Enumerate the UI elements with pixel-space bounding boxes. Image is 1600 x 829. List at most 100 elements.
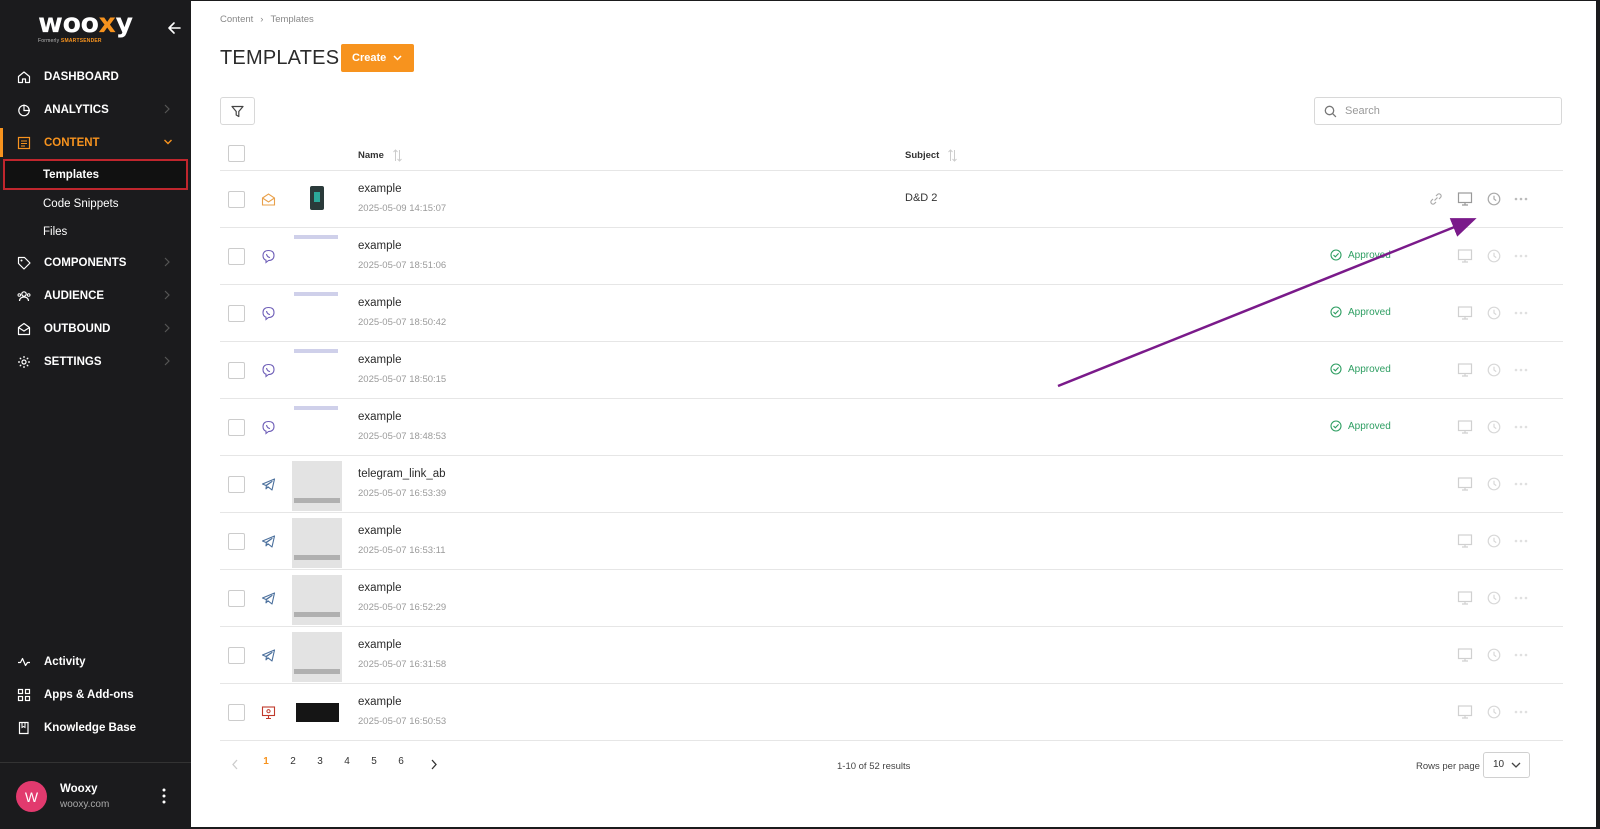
preview-icon[interactable]	[1457, 419, 1473, 435]
nav-analytics[interactable]: ANALYTICS	[0, 93, 191, 126]
template-thumbnail[interactable]	[292, 632, 342, 682]
template-name[interactable]: example	[358, 240, 401, 252]
nav-dashboard[interactable]: DASHBOARD	[0, 60, 191, 93]
preview-icon[interactable]	[1457, 476, 1473, 492]
row-checkbox[interactable]	[228, 476, 245, 493]
template-thumbnail[interactable]	[292, 461, 342, 511]
link-icon[interactable]	[1428, 191, 1444, 207]
table-row[interactable]: example 2025-05-07 18:50:15 Approved	[220, 342, 1563, 399]
history-icon[interactable]	[1486, 248, 1502, 264]
page-2[interactable]: 2	[286, 756, 300, 767]
template-thumbnail[interactable]	[292, 290, 342, 340]
template-thumbnail[interactable]	[292, 518, 342, 568]
row-checkbox[interactable]	[228, 533, 245, 550]
more-icon[interactable]	[1513, 590, 1529, 606]
table-row[interactable]: example 2025-05-09 14:15:07 D&D 2	[220, 171, 1563, 228]
more-icon[interactable]	[1513, 305, 1529, 321]
table-row[interactable]: example 2025-05-07 18:48:53 Approved	[220, 399, 1563, 456]
preview-icon[interactable]	[1457, 533, 1473, 549]
kebab-menu-icon[interactable]	[160, 787, 168, 805]
row-checkbox[interactable]	[228, 305, 245, 322]
preview-icon[interactable]	[1457, 191, 1473, 207]
template-name[interactable]: telegram_link_ab	[358, 468, 446, 480]
row-checkbox[interactable]	[228, 647, 245, 664]
nav-audience[interactable]: AUDIENCE	[0, 279, 191, 312]
template-thumbnail[interactable]	[292, 689, 342, 739]
row-checkbox[interactable]	[228, 248, 245, 265]
history-icon[interactable]	[1486, 704, 1502, 720]
brand-logo[interactable]: wooxy Formerly SMARTSENDER	[38, 10, 158, 46]
column-subject[interactable]: Subject	[905, 149, 957, 162]
more-icon[interactable]	[1513, 248, 1529, 264]
column-name[interactable]: Name	[358, 149, 402, 162]
more-icon[interactable]	[1513, 476, 1529, 492]
template-name[interactable]: example	[358, 696, 401, 708]
breadcrumb-templates[interactable]: Templates	[270, 14, 313, 25]
history-icon[interactable]	[1486, 305, 1502, 321]
page-1[interactable]: 1	[259, 756, 273, 767]
preview-icon[interactable]	[1457, 647, 1473, 663]
more-icon[interactable]	[1513, 533, 1529, 549]
nav-components[interactable]: COMPONENTS	[0, 246, 191, 279]
row-checkbox[interactable]	[228, 590, 245, 607]
page-3[interactable]: 3	[313, 756, 327, 767]
template-name[interactable]: example	[358, 411, 401, 423]
template-thumbnail[interactable]	[292, 233, 342, 283]
nav-outbound[interactable]: OUTBOUND	[0, 312, 191, 345]
row-checkbox[interactable]	[228, 419, 245, 436]
prev-page-icon[interactable]	[231, 759, 239, 770]
nav-activity[interactable]: Activity	[0, 645, 191, 678]
next-page-icon[interactable]	[430, 759, 438, 770]
history-icon[interactable]	[1486, 590, 1502, 606]
row-checkbox[interactable]	[228, 191, 245, 208]
more-icon[interactable]	[1513, 704, 1529, 720]
table-row[interactable]: example 2025-05-07 16:53:11	[220, 513, 1563, 570]
nav-files[interactable]: Files	[0, 218, 191, 246]
table-row[interactable]: example 2025-05-07 16:31:58	[220, 627, 1563, 684]
history-icon[interactable]	[1486, 647, 1502, 663]
template-thumbnail[interactable]	[292, 347, 342, 397]
row-checkbox[interactable]	[228, 704, 245, 721]
more-icon[interactable]	[1513, 647, 1529, 663]
history-icon[interactable]	[1486, 362, 1502, 378]
nav-apps-addons[interactable]: Apps & Add-ons	[0, 678, 191, 711]
template-name[interactable]: example	[358, 639, 401, 651]
history-icon[interactable]	[1486, 476, 1502, 492]
history-icon[interactable]	[1486, 191, 1502, 207]
more-icon[interactable]	[1513, 362, 1529, 378]
collapse-sidebar-icon[interactable]	[166, 19, 184, 37]
preview-icon[interactable]	[1457, 362, 1473, 378]
preview-icon[interactable]	[1457, 704, 1473, 720]
page-5[interactable]: 5	[367, 756, 381, 767]
table-row[interactable]: example 2025-05-07 18:50:42 Approved	[220, 285, 1563, 342]
nav-settings[interactable]: SETTINGS	[0, 345, 191, 378]
template-thumbnail[interactable]	[292, 404, 342, 454]
template-thumbnail[interactable]	[292, 176, 342, 226]
nav-templates[interactable]: Templates	[3, 159, 188, 190]
table-row[interactable]: example 2025-05-07 18:51:06 Approved	[220, 228, 1563, 285]
select-all-checkbox[interactable]	[228, 145, 245, 162]
template-name[interactable]: example	[358, 582, 401, 594]
nav-knowledge-base[interactable]: Knowledge Base	[0, 711, 191, 744]
template-name[interactable]: example	[358, 354, 401, 366]
create-button[interactable]: Create	[341, 44, 414, 72]
table-row[interactable]: example 2025-05-07 16:52:29	[220, 570, 1563, 627]
history-icon[interactable]	[1486, 419, 1502, 435]
table-row[interactable]: telegram_link_ab 2025-05-07 16:53:39	[220, 456, 1563, 513]
more-icon[interactable]	[1513, 419, 1529, 435]
template-name[interactable]: example	[358, 183, 401, 195]
preview-icon[interactable]	[1457, 248, 1473, 264]
row-checkbox[interactable]	[228, 362, 245, 379]
template-name[interactable]: example	[358, 525, 401, 537]
nav-code-snippets[interactable]: Code Snippets	[0, 190, 191, 218]
template-name[interactable]: example	[358, 297, 401, 309]
user-profile[interactable]: W Wooxy wooxy.com	[0, 762, 191, 829]
preview-icon[interactable]	[1457, 305, 1473, 321]
template-thumbnail[interactable]	[292, 575, 342, 625]
history-icon[interactable]	[1486, 533, 1502, 549]
more-icon[interactable]	[1513, 191, 1529, 207]
rows-per-page-select[interactable]: 10	[1483, 752, 1530, 778]
table-row[interactable]: example 2025-05-07 16:50:53	[220, 684, 1563, 741]
breadcrumb-content[interactable]: Content	[220, 14, 253, 25]
preview-icon[interactable]	[1457, 590, 1473, 606]
